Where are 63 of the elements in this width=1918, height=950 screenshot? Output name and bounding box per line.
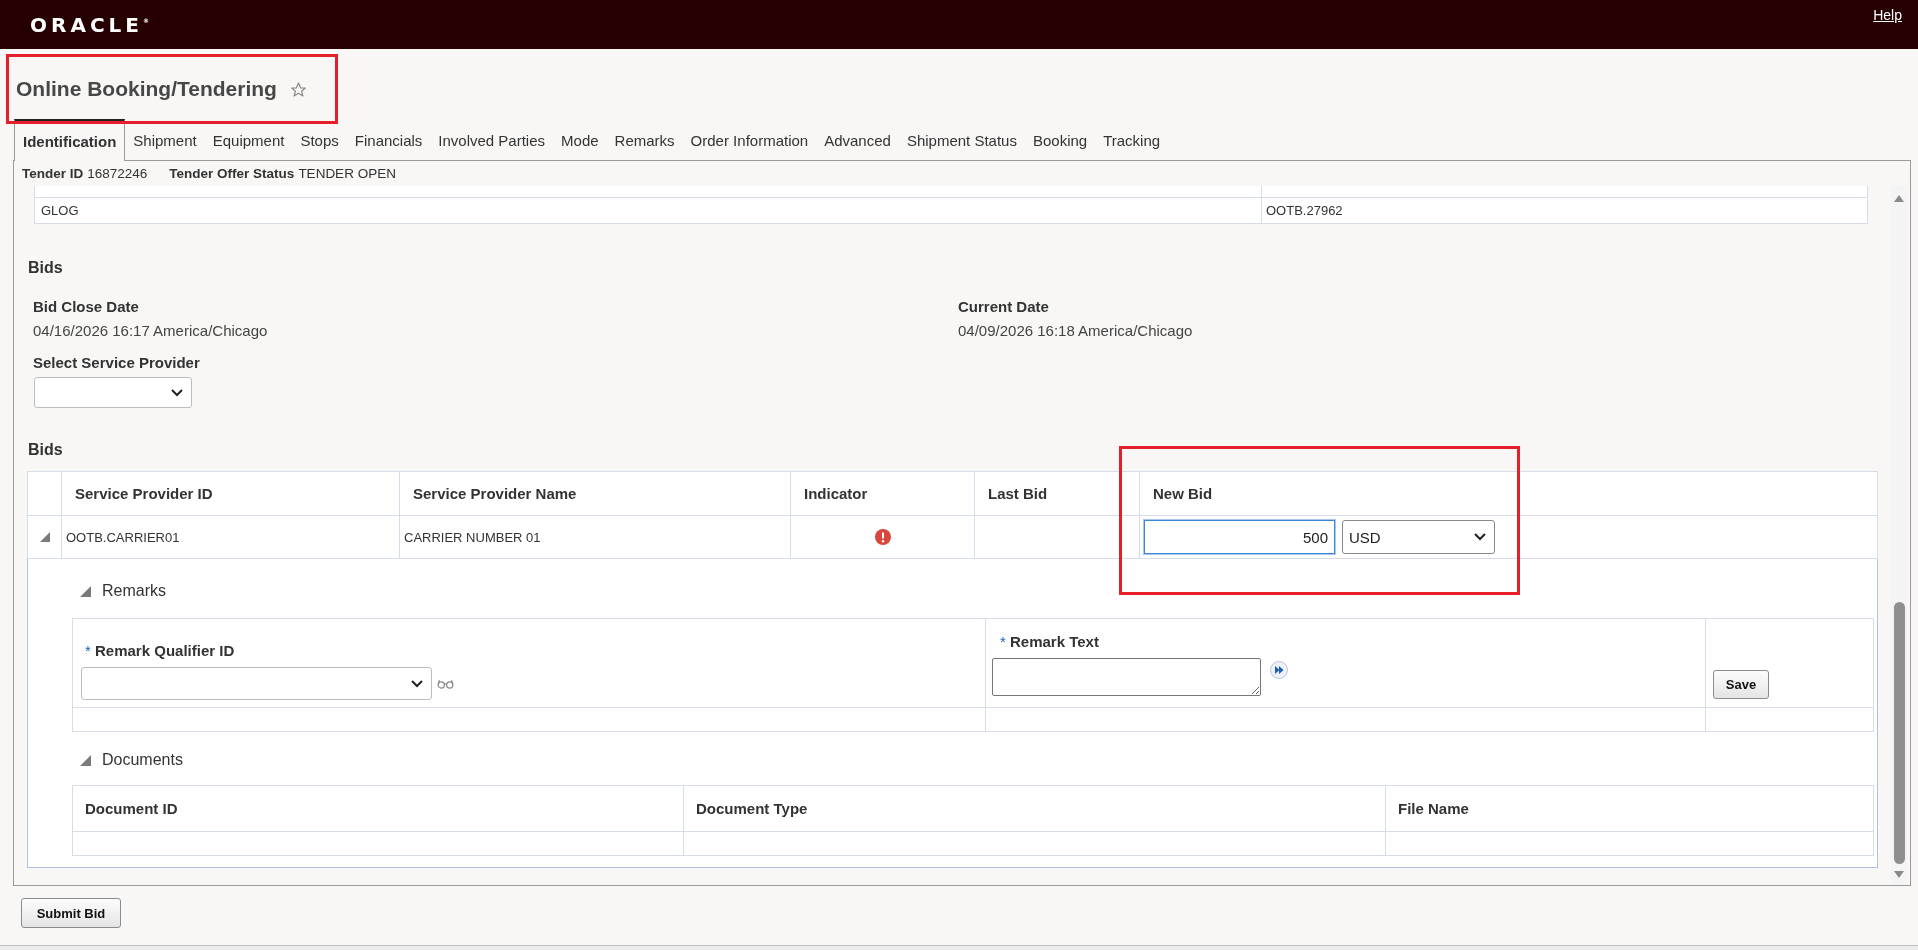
field-label: * Remark Text [999,632,1099,652]
disclosure-triangle-icon[interactable] [80,754,91,766]
tab[interactable]: Equipment [204,119,293,160]
chevron-down-icon [1474,533,1486,541]
tab[interactable]: Remarks [606,119,683,160]
remark-text-field[interactable] [992,658,1261,696]
field-label: Bid Close Date [33,297,139,317]
table-cell: OOTB.CARRIER01 [62,516,400,558]
service-provider-select[interactable] [34,377,192,408]
section-heading[interactable]: Remarks [102,582,166,600]
save-button[interactable]: Save [1713,670,1769,699]
table-cell: GLOG [35,198,1262,223]
chevron-down-icon [411,679,423,688]
field-label: Tender ID [22,166,84,181]
column-header: Service Provider ID [75,485,213,502]
submit-bid-button[interactable]: Submit Bid [21,898,121,928]
scroll-up-arrow-icon[interactable] [1894,195,1904,202]
column-header: Document ID [85,800,178,817]
column-header: Last Bid [988,485,1048,502]
logo: ORACLE$^{®}$ [30,12,149,37]
field-value: 04/09/2026 16:18 America/Chicago [958,321,1193,341]
column-header: File Name [1398,800,1469,817]
remark-qualifier-select[interactable] [81,667,432,700]
column-header: Document Type [696,800,808,817]
column-header: Service Provider Name [413,485,577,502]
disclosure-triangle-icon[interactable] [80,585,91,597]
page-title: Online Booking/Tendering [16,76,277,102]
tab[interactable]: Order Information [682,119,817,160]
scroll-thumb[interactable] [1893,602,1905,864]
glasses-icon[interactable] [437,678,454,689]
column-header: Indicator [804,485,868,502]
section-heading: Bids [28,258,63,278]
field-label: Current Date [958,297,1049,317]
table-cell-text: OOTB.27962 [1265,202,1344,220]
star-icon[interactable] [290,81,306,97]
section-heading: Bids [28,440,63,460]
tab[interactable]: Tracking [1095,119,1169,160]
help-link[interactable]: Help [1873,6,1902,24]
fast-forward-icon[interactable] [1270,661,1288,679]
tab[interactable]: Mode [553,119,607,160]
section-heading[interactable]: Documents [102,751,183,769]
tab[interactable]: Stops [292,119,347,160]
scroll-down-arrow-icon[interactable] [1894,871,1904,878]
tab[interactable]: Identification [14,119,126,161]
tab[interactable]: Shipment [125,119,205,160]
field-label: Select Service Provider [33,353,200,373]
scrollbar-track[interactable] [1891,186,1907,885]
chevron-down-icon [171,388,183,397]
bid-amount-input[interactable]: 500 [1144,520,1335,554]
field-value: TENDER OPEN [298,166,396,181]
tab[interactable]: Booking [1024,119,1096,160]
tab[interactable]: Financials [346,119,431,160]
table-cell: CARRIER NUMBER 01 [400,516,791,558]
column-header: New Bid [1153,485,1213,502]
field-label: Tender Offer Status [169,166,295,181]
disclosure-triangle-icon[interactable] [39,532,50,542]
field-value: 16872246 [87,166,148,181]
field-label: * Remark Qualifier ID [84,641,235,661]
tab[interactable]: Shipment Status [898,119,1025,160]
field-value: 04/16/2026 16:17 America/Chicago [33,321,268,341]
tab[interactable]: Involved Parties [430,119,554,160]
currency-select[interactable]: USD [1342,520,1495,554]
tab[interactable]: Advanced [816,119,899,160]
